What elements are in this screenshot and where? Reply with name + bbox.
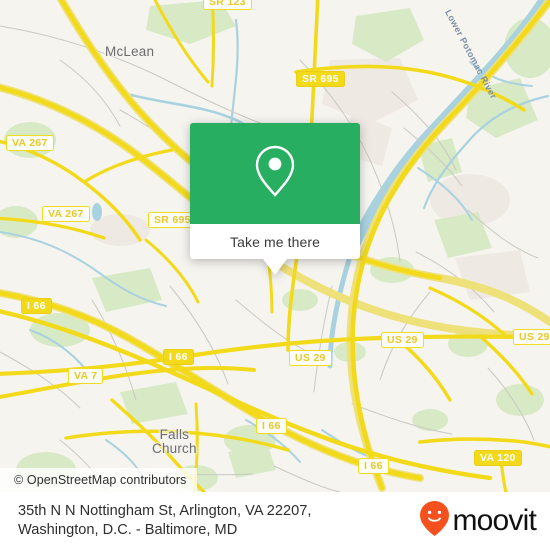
road-shield-i-66-c[interactable]: I 66 bbox=[256, 418, 287, 434]
location-pin-icon bbox=[252, 143, 298, 204]
address-block: 35th N N Nottingham St, Arlington, VA 22… bbox=[18, 502, 311, 541]
road-shield-us-29-b[interactable]: US 29 bbox=[381, 332, 424, 348]
attribution-text: © OpenStreetMap contributors bbox=[14, 473, 187, 487]
footer-bar: 35th N N Nottingham St, Arlington, VA 22… bbox=[0, 492, 550, 550]
road-shield-us-29-a[interactable]: US 29 bbox=[289, 350, 332, 366]
moovit-wordmark: moovit bbox=[452, 504, 536, 537]
popup-image-panel bbox=[190, 123, 360, 224]
road-shield-sr-695-a[interactable]: SR 695 bbox=[296, 71, 345, 87]
address-line-1: 35th N N Nottingham St, Arlington, VA 22… bbox=[18, 502, 312, 519]
map-canvas[interactable]: .rd { fill:none; stroke:#f2da1b; stroke-… bbox=[0, 0, 550, 492]
moovit-logo[interactable]: moovit bbox=[419, 500, 537, 542]
osm-attribution[interactable]: © OpenStreetMap contributors bbox=[0, 468, 197, 492]
moovit-map-screenshot: .rd { fill:none; stroke:#f2da1b; stroke-… bbox=[0, 0, 550, 550]
road-shield-i-66-a[interactable]: I 66 bbox=[21, 298, 52, 314]
popup-pointer-tail bbox=[263, 259, 287, 275]
road-shield-i-66-d[interactable]: I 66 bbox=[358, 458, 389, 474]
take-me-there-label: Take me there bbox=[229, 233, 320, 250]
address-line-2: Washington, D.C. - Baltimore, MD bbox=[18, 522, 238, 538]
moovit-pin-icon bbox=[419, 500, 450, 542]
road-shield-va-267-b[interactable]: VA 267 bbox=[42, 206, 90, 222]
road-shield-va-120[interactable]: VA 120 bbox=[474, 450, 522, 466]
road-shield-va-267-a[interactable]: VA 267 bbox=[6, 135, 54, 151]
road-shield-va-7[interactable]: VA 7 bbox=[68, 368, 104, 384]
road-shield-us-29-c[interactable]: US 29 bbox=[513, 329, 550, 345]
road-shield-top-cut[interactable]: SR 123 bbox=[203, 0, 252, 10]
destination-popup[interactable]: Take me there bbox=[190, 123, 360, 275]
road-shield-i-66-b[interactable]: I 66 bbox=[163, 349, 194, 365]
popup-action-bar[interactable]: Take me there bbox=[190, 224, 360, 259]
